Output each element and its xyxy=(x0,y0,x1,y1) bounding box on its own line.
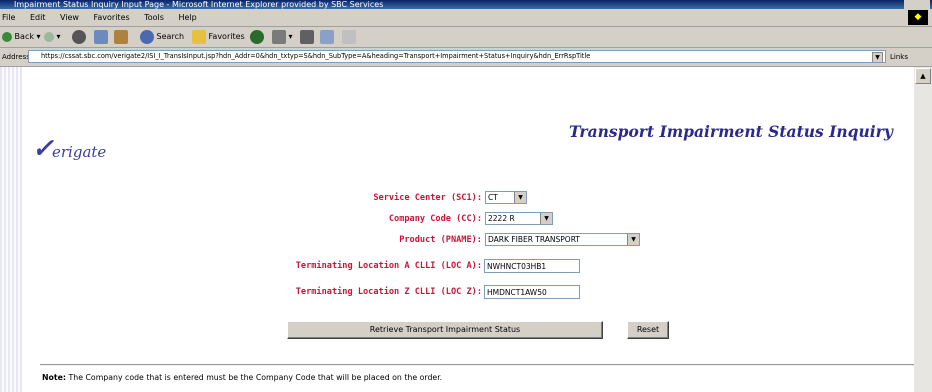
chevron-down-icon: ▼ xyxy=(540,213,552,224)
print-icon xyxy=(300,29,314,44)
loc-a-row: Terminating Location A CLLI (LOC A): xyxy=(0,258,932,274)
menu-tools[interactable]: Tools xyxy=(144,13,164,22)
verigate-logo: ✓ erigate xyxy=(32,133,152,163)
forward-button[interactable]: ▾ xyxy=(44,27,61,47)
edit-button[interactable] xyxy=(320,27,334,47)
product-select[interactable]: DARK FIBER TRANSPORT ▼ xyxy=(485,233,640,246)
stop-icon xyxy=(72,29,86,44)
address-input[interactable]: https://cssat.sbc.com/verigate2/ISI_I_Tr… xyxy=(28,50,886,63)
divider xyxy=(40,364,914,366)
address-label: Address xyxy=(2,53,30,61)
loc-a-label: Terminating Location A CLLI (LOC A): xyxy=(295,261,482,271)
media-button[interactable] xyxy=(250,27,264,47)
note-body: The Company code that is entered must be… xyxy=(68,373,443,382)
note-label: Note: xyxy=(42,373,67,382)
favorites-icon xyxy=(192,29,206,44)
edit-icon xyxy=(320,29,334,44)
windows-flag-icon: ◆ xyxy=(908,10,928,25)
menu-file[interactable]: File xyxy=(2,13,15,22)
chevron-down-icon: ▼ xyxy=(627,234,639,245)
address-url: https://cssat.sbc.com/verigate2/ISI_I_Tr… xyxy=(41,52,591,60)
product-value: DARK FIBER TRANSPORT xyxy=(488,235,580,244)
loc-z-row: Terminating Location Z CLLI (LOC Z): xyxy=(0,284,932,300)
back-button[interactable]: Back ▾ xyxy=(2,27,41,47)
print-button[interactable] xyxy=(300,27,314,47)
media-icon xyxy=(250,29,264,44)
left-decorative-stripe xyxy=(0,67,22,392)
browser-toolbar: Back ▾ ▾ Search Favorites ▾ xyxy=(0,27,932,48)
company-code-value: 2222 R xyxy=(488,214,515,223)
service-center-label: Service Center (SC1): xyxy=(373,193,482,203)
home-icon xyxy=(114,29,128,44)
back-label: Back xyxy=(14,32,34,41)
menu-bar: File Edit View Favorites Tools Help ◆ xyxy=(0,9,932,27)
page-title: Transport Impairment Status Inquiry xyxy=(569,122,893,141)
page-content xyxy=(0,67,914,392)
product-label: Product (PNAME): xyxy=(399,235,482,245)
logo-check-icon: ✓ xyxy=(32,134,54,164)
refresh-icon xyxy=(94,29,108,44)
vertical-scrollbar[interactable]: ▲ xyxy=(914,67,932,392)
address-bar: Address https://cssat.sbc.com/verigate2/… xyxy=(0,48,932,67)
service-center-value: CT xyxy=(488,193,498,202)
forward-arrow-icon xyxy=(44,31,54,42)
service-center-select[interactable]: CT ▼ xyxy=(485,191,527,204)
discuss-icon xyxy=(342,29,356,44)
loc-z-input[interactable] xyxy=(484,285,580,299)
stop-button[interactable] xyxy=(72,27,86,47)
company-code-row: Company Code (CC): 2222 R ▼ xyxy=(0,211,932,227)
logo-text: erigate xyxy=(52,143,107,161)
discuss-button[interactable] xyxy=(342,27,356,47)
service-center-row: Service Center (SC1): CT ▼ xyxy=(0,190,932,206)
window-controls[interactable] xyxy=(904,0,930,9)
window-title: Impairment Status Inquiry Input Page - M… xyxy=(14,0,384,9)
search-label: Search xyxy=(156,32,185,41)
scroll-up-icon[interactable]: ▲ xyxy=(915,68,931,84)
favorites-label: Favorites xyxy=(208,32,245,41)
note-text: Note: The Company code that is entered m… xyxy=(42,373,442,382)
refresh-button[interactable] xyxy=(94,27,108,47)
reset-button[interactable]: Reset xyxy=(627,321,669,339)
history-button[interactable]: ▾ xyxy=(272,27,293,47)
history-icon xyxy=(272,29,286,44)
menu-favorites[interactable]: Favorites xyxy=(94,13,130,22)
menu-view[interactable]: View xyxy=(60,13,79,22)
window-title-bar: Impairment Status Inquiry Input Page - M… xyxy=(0,0,932,9)
menu-help[interactable]: Help xyxy=(178,13,196,22)
menu-edit[interactable]: Edit xyxy=(30,13,46,22)
search-icon xyxy=(140,29,154,44)
company-code-label: Company Code (CC): xyxy=(388,214,482,224)
retrieve-status-button[interactable]: Retrieve Transport Impairment Status xyxy=(287,321,603,339)
favorites-button[interactable]: Favorites xyxy=(192,27,245,47)
home-button[interactable] xyxy=(114,27,128,47)
loc-z-label: Terminating Location Z CLLI (LOC Z): xyxy=(295,287,482,297)
links-label[interactable]: Links xyxy=(890,48,908,66)
search-button[interactable]: Search xyxy=(140,27,184,47)
product-row: Product (PNAME): DARK FIBER TRANSPORT ▼ xyxy=(0,232,932,248)
company-code-select[interactable]: 2222 R ▼ xyxy=(485,212,553,225)
chevron-down-icon: ▼ xyxy=(514,192,526,203)
loc-a-input[interactable] xyxy=(484,259,580,273)
back-arrow-icon xyxy=(2,31,12,42)
address-dropdown-icon[interactable]: ▼ xyxy=(872,52,883,62)
